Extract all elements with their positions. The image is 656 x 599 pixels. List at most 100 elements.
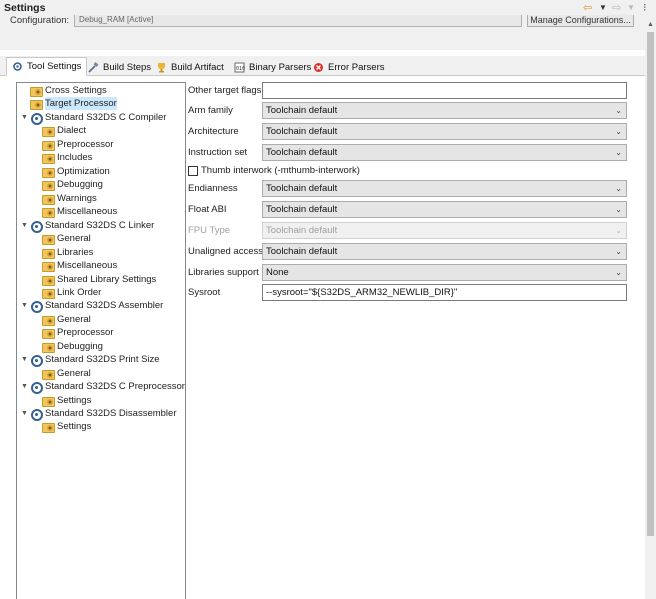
target-processor-form: Other target flags Arm family Toolchain …	[186, 82, 645, 599]
tree-item-compiler-preprocessor[interactable]: Preprocessor	[41, 138, 114, 151]
thumb-interwork-checkbox[interactable]	[188, 165, 198, 176]
tab-label: Tool Settings	[27, 61, 82, 72]
tool-gear-icon	[30, 300, 43, 313]
tree-item-shared-library-settings[interactable]: Shared Library Settings	[41, 273, 156, 286]
tab-build-artifact[interactable]: Build Artifact	[151, 58, 229, 76]
float-abi-label: Float ABI	[188, 204, 227, 215]
tree-item-print-size-general[interactable]: General	[41, 367, 91, 380]
chevron-down-icon: ⌄	[615, 268, 622, 277]
tree-item-link-order[interactable]: Link Order	[41, 286, 101, 299]
scroll-up-icon[interactable]: ▲	[645, 19, 656, 30]
float-abi-value: Toolchain default	[266, 204, 338, 215]
tab-binary-parsers[interactable]: 010 Binary Parsers	[229, 58, 316, 76]
fpu-type-label: FPU Type	[188, 225, 231, 236]
endianness-label: Endianness	[188, 183, 238, 194]
build-artifact-icon	[156, 62, 167, 73]
architecture-label: Architecture	[188, 126, 239, 137]
tree-item-print-size[interactable]: ▼ Standard S32DS Print Size	[20, 353, 160, 367]
tree-item-linker-general[interactable]: General	[41, 232, 91, 245]
tree-item-includes[interactable]: Includes	[41, 151, 92, 164]
endianness-select[interactable]: Toolchain default ⌄	[262, 180, 627, 197]
instruction-set-select[interactable]: Toolchain default ⌄	[262, 144, 627, 161]
folder-gear-icon	[42, 260, 55, 272]
tool-gear-icon	[30, 112, 43, 125]
tree-item-assembler-general[interactable]: General	[41, 313, 91, 326]
sysroot-input[interactable]: --sysroot="${S32DS_ARM32_NEWLIB_DIR}"	[262, 284, 627, 301]
instruction-set-value: Toolchain default	[266, 147, 338, 158]
back-dropdown-icon[interactable]: ▼	[599, 1, 607, 15]
folder-gear-icon	[42, 247, 55, 259]
chevron-down-icon[interactable]: ▼	[20, 111, 29, 124]
tree-item-assembler-preprocessor[interactable]: Preprocessor	[41, 326, 114, 339]
configuration-label: Configuration:	[10, 15, 70, 26]
chevron-down-icon[interactable]: ▼	[20, 407, 29, 420]
tree-item-disassembler-settings[interactable]: Settings	[41, 420, 91, 433]
tree-item-linker-miscellaneous[interactable]: Miscellaneous	[41, 259, 117, 272]
folder-gear-icon	[42, 152, 55, 164]
back-arrow-icon[interactable]: ⇦	[583, 1, 592, 15]
libraries-support-row: Libraries support None ⌄	[186, 264, 645, 281]
libraries-support-select[interactable]: None ⌄	[262, 264, 627, 281]
tree-item-compiler-debugging[interactable]: Debugging	[41, 178, 103, 191]
tab-label: Binary Parsers	[249, 61, 312, 73]
chevron-down-icon: ⌄	[615, 127, 622, 136]
unaligned-access-value: Toolchain default	[266, 246, 338, 257]
window-title: Settings	[4, 2, 46, 14]
tab-error-parsers[interactable]: Error Parsers	[308, 58, 389, 76]
endianness-row: Endianness Toolchain default ⌄	[186, 180, 645, 197]
float-abi-select[interactable]: Toolchain default ⌄	[262, 201, 627, 218]
binary-parsers-icon: 010	[234, 62, 245, 73]
tree-item-target-processor[interactable]: Target Processor	[29, 97, 117, 110]
tool-gear-icon	[30, 354, 43, 367]
tree-item-compiler-miscellaneous[interactable]: Miscellaneous	[41, 205, 117, 218]
folder-gear-icon	[42, 368, 55, 380]
folder-gear-icon	[30, 85, 43, 97]
tree-item-c-preprocessor-settings[interactable]: Settings	[41, 394, 91, 407]
tree-item-optimization[interactable]: Optimization	[41, 165, 110, 178]
arm-family-label: Arm family	[188, 105, 233, 116]
tree-item-c-linker[interactable]: ▼ Standard S32DS C Linker	[20, 219, 154, 233]
unaligned-access-select[interactable]: Toolchain default ⌄	[262, 243, 627, 260]
folder-gear-icon	[42, 314, 55, 326]
arm-family-row: Arm family Toolchain default ⌄	[186, 102, 645, 119]
tab-build-steps[interactable]: Build Steps	[83, 58, 156, 76]
configuration-select[interactable]: Debug_RAM [Active]	[74, 15, 522, 27]
arm-family-select[interactable]: Toolchain default ⌄	[262, 102, 627, 119]
tree-item-assembler[interactable]: ▼ Standard S32DS Assembler	[20, 299, 163, 313]
other-target-flags-input[interactable]	[262, 82, 627, 99]
chevron-down-icon[interactable]: ▼	[20, 353, 29, 366]
tree-item-disassembler[interactable]: ▼ Standard S32DS Disassembler	[20, 407, 176, 421]
float-abi-row: Float ABI Toolchain default ⌄	[186, 201, 645, 218]
tree-item-assembler-debugging[interactable]: Debugging	[41, 340, 103, 353]
forward-arrow-icon[interactable]: ⇨	[612, 1, 621, 15]
settings-tabs: Tool Settings Build Steps Build Artifact…	[0, 56, 645, 76]
tool-gear-icon	[30, 381, 43, 394]
tree-item-libraries[interactable]: Libraries	[41, 246, 93, 259]
tree-item-cross-settings[interactable]: Cross Settings	[29, 84, 107, 97]
tree-item-c-compiler[interactable]: ▼ Standard S32DS C Compiler	[20, 111, 166, 125]
tree-item-c-preprocessor[interactable]: ▼ Standard S32DS C Preprocessor	[20, 380, 185, 394]
chevron-down-icon[interactable]: ▼	[20, 380, 29, 393]
chevron-down-icon: ⌄	[615, 226, 622, 235]
tool-gear-icon	[30, 408, 43, 421]
vertical-dots-icon[interactable]: ⁝	[643, 1, 647, 15]
chevron-down-icon[interactable]: ▼	[20, 219, 29, 232]
tab-label: Error Parsers	[328, 61, 385, 73]
scrollbar-thumb[interactable]	[647, 32, 654, 536]
architecture-value: Toolchain default	[266, 126, 338, 137]
folder-gear-icon	[42, 327, 55, 339]
thumb-interwork-row: Thumb interwork (-mthumb-interwork)	[188, 164, 360, 177]
tab-label: Build Artifact	[171, 61, 224, 73]
chevron-down-icon[interactable]: ▼	[20, 299, 29, 312]
architecture-select[interactable]: Toolchain default ⌄	[262, 123, 627, 140]
folder-gear-icon	[42, 125, 55, 137]
vertical-scrollbar[interactable]: ▲	[645, 18, 656, 599]
tree-item-warnings[interactable]: Warnings	[41, 192, 97, 205]
forward-dropdown-icon[interactable]: ▼	[627, 1, 635, 15]
error-parsers-icon	[313, 62, 324, 73]
folder-gear-icon	[42, 341, 55, 353]
libraries-support-label: Libraries support	[188, 267, 259, 278]
tree-item-dialect[interactable]: Dialect	[41, 124, 86, 137]
manage-configurations-button[interactable]: Manage Configurations...	[527, 15, 634, 27]
tab-tool-settings[interactable]: Tool Settings	[6, 57, 88, 76]
